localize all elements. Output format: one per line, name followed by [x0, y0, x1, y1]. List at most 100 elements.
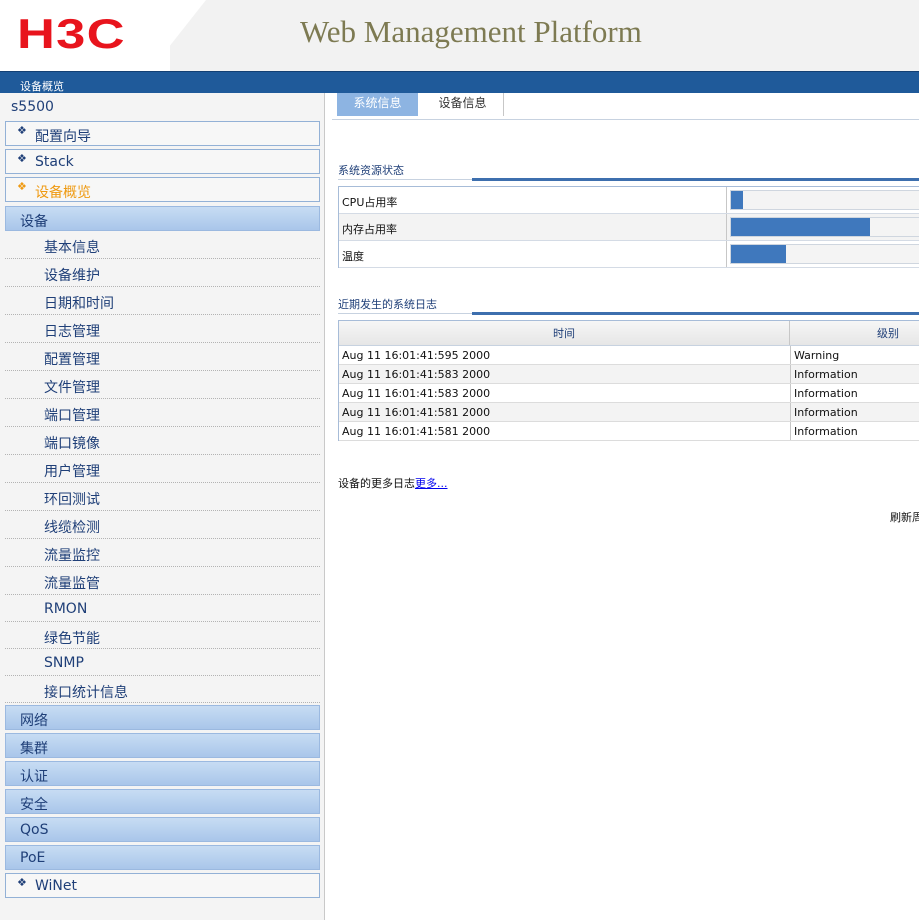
nav-section-network[interactable]: 网络 — [5, 705, 320, 730]
sidebar-item-device-maintenance[interactable]: 设备维护 — [5, 259, 320, 287]
device-name: s5500 — [11, 99, 54, 115]
h3c-logo: H3C — [17, 10, 126, 57]
refresh-period-label: 刷新周 — [890, 511, 919, 524]
nav-label: 配置向导 — [35, 129, 91, 145]
log-table-header: 时间 级别 — [339, 321, 919, 346]
log-time: Aug 11 16:01:41:583 2000 — [342, 368, 491, 381]
log-time: Aug 11 16:01:41:583 2000 — [342, 387, 491, 400]
sidebar-item-label: 接口统计信息 — [44, 685, 128, 701]
progress-track — [730, 217, 919, 237]
resource-label: 温度 — [342, 250, 364, 263]
table-row: Aug 11 16:01:41:595 2000 Warning — [339, 346, 919, 365]
resource-bar-cell — [726, 241, 919, 267]
table-row: Aug 11 16:01:41:581 2000 Information — [339, 403, 919, 422]
sidebar-item-log-management[interactable]: 日志管理 — [5, 315, 320, 343]
sidebar-item-label: RMON — [44, 601, 88, 617]
more-logs-prefix: 设备的更多日志 — [338, 477, 415, 490]
sidebar-item-snmp[interactable]: SNMP — [5, 649, 320, 676]
log-level: Warning — [790, 346, 839, 364]
nav-label: WiNet — [35, 878, 77, 894]
sidebar-item-interface-stats[interactable]: 接口统计信息 — [5, 676, 320, 703]
memory-progress-bar — [731, 218, 870, 236]
diamond-icon: ❖ — [17, 152, 27, 165]
more-logs-link[interactable]: 更多... — [415, 477, 448, 490]
nav-section-label: 安全 — [20, 797, 48, 813]
nav-winet[interactable]: ❖ WiNet — [5, 873, 320, 898]
nav-section-label: 集群 — [20, 741, 48, 757]
nav-section-qos[interactable]: QoS — [5, 817, 320, 842]
progress-track — [730, 190, 919, 210]
sidebar-item-config-management[interactable]: 配置管理 — [5, 343, 320, 371]
temperature-progress-bar — [731, 245, 787, 263]
header: H3C Web Management Platform — [0, 0, 919, 71]
sidebar-item-traffic-policing[interactable]: 流量监管 — [5, 567, 320, 595]
sidebar-item-port-mirroring[interactable]: 端口镜像 — [5, 427, 320, 455]
log-level: Information — [790, 384, 858, 402]
diamond-icon: ❖ — [17, 876, 27, 889]
log-time: Aug 11 16:01:41:581 2000 — [342, 406, 491, 419]
column-header-level[interactable]: 级别 — [791, 321, 919, 345]
resource-row-memory: 内存占用率 — [339, 214, 919, 241]
resource-bar-cell — [726, 214, 919, 240]
section-divider-accent — [472, 312, 919, 315]
diamond-icon: ❖ — [17, 180, 27, 193]
logs-section-title: 近期发生的系统日志 — [338, 298, 437, 311]
sidebar-item-loopback-test[interactable]: 环回测试 — [5, 483, 320, 511]
nav-section-poe[interactable]: PoE — [5, 845, 320, 870]
resources-section-title: 系统资源状态 — [338, 164, 404, 177]
column-header-time[interactable]: 时间 — [339, 321, 790, 345]
table-row: Aug 11 16:01:41:583 2000 Information — [339, 365, 919, 384]
sidebar-item-label: 日志管理 — [44, 324, 100, 340]
sidebar-item-label: 端口管理 — [44, 408, 100, 424]
sidebar-item-label: 日期和时间 — [44, 296, 114, 312]
sidebar-item-label: 文件管理 — [44, 380, 100, 396]
sidebar-item-label: 配置管理 — [44, 352, 100, 368]
log-level: Information — [790, 403, 858, 421]
sidebar-item-date-time[interactable]: 日期和时间 — [5, 287, 320, 315]
page-title-bar: 设备概览 — [0, 71, 919, 93]
table-row: Aug 11 16:01:41:581 2000 Information — [339, 422, 919, 441]
sidebar-item-label: 端口镜像 — [44, 436, 100, 452]
sidebar-item-label: 设备维护 — [44, 268, 100, 284]
resource-row-cpu: CPU占用率 — [339, 187, 919, 214]
sidebar-item-traffic-monitor[interactable]: 流量监控 — [5, 539, 320, 567]
tab-system-info[interactable]: 系统信息 — [337, 93, 418, 116]
log-time: Aug 11 16:01:41:581 2000 — [342, 425, 491, 438]
nav-stack[interactable]: ❖ Stack — [5, 149, 320, 174]
sidebar-item-cable-test[interactable]: 线缆检测 — [5, 511, 320, 539]
tab-bar: 系统信息 设备信息 — [332, 93, 919, 120]
sidebar-item-user-management[interactable]: 用户管理 — [5, 455, 320, 483]
section-divider-accent — [472, 178, 919, 181]
nav-section-device[interactable]: 设备 — [5, 206, 320, 231]
sidebar-item-port-management[interactable]: 端口管理 — [5, 399, 320, 427]
cpu-progress-bar — [731, 191, 743, 209]
log-time: Aug 11 16:01:41:595 2000 — [342, 349, 491, 362]
progress-track — [730, 244, 919, 264]
resource-bar-cell — [726, 187, 919, 213]
nav-section-auth[interactable]: 认证 — [5, 761, 320, 786]
sidebar-item-rmon[interactable]: RMON — [5, 595, 320, 622]
sidebar-item-green-energy[interactable]: 绿色节能 — [5, 622, 320, 649]
resource-row-temperature: 温度 — [339, 241, 919, 268]
nav-section-label: PoE — [20, 850, 46, 866]
tab-device-info[interactable]: 设备信息 — [422, 93, 504, 116]
nav-section-label: 设备 — [20, 214, 48, 230]
more-logs-line: 设备的更多日志更多... — [338, 475, 448, 491]
system-log-table: 时间 级别 Aug 11 16:01:41:595 2000 Warning A… — [338, 320, 919, 441]
nav-section-security[interactable]: 安全 — [5, 789, 320, 814]
sidebar-item-file-management[interactable]: 文件管理 — [5, 371, 320, 399]
nav-config-wizard[interactable]: ❖ 配置向导 — [5, 121, 320, 146]
sidebar-item-label: SNMP — [44, 655, 84, 671]
nav-device-overview[interactable]: ❖ 设备概览 — [5, 177, 320, 202]
nav-label: 设备概览 — [35, 185, 91, 201]
sidebar-item-basic-info[interactable]: 基本信息 — [5, 231, 320, 259]
sidebar: s5500 ❖ 配置向导 ❖ Stack ❖ 设备概览 设备 基本信息 设备维护… — [0, 93, 325, 920]
nav-section-label: 认证 — [20, 769, 48, 785]
sidebar-item-label: 基本信息 — [44, 240, 100, 256]
platform-title: Web Management Platform — [300, 14, 642, 49]
sidebar-item-label: 流量监控 — [44, 548, 100, 564]
sidebar-item-label: 绿色节能 — [44, 631, 100, 647]
resource-label: 内存占用率 — [342, 223, 397, 236]
sidebar-item-label: 线缆检测 — [44, 520, 100, 536]
nav-section-cluster[interactable]: 集群 — [5, 733, 320, 758]
